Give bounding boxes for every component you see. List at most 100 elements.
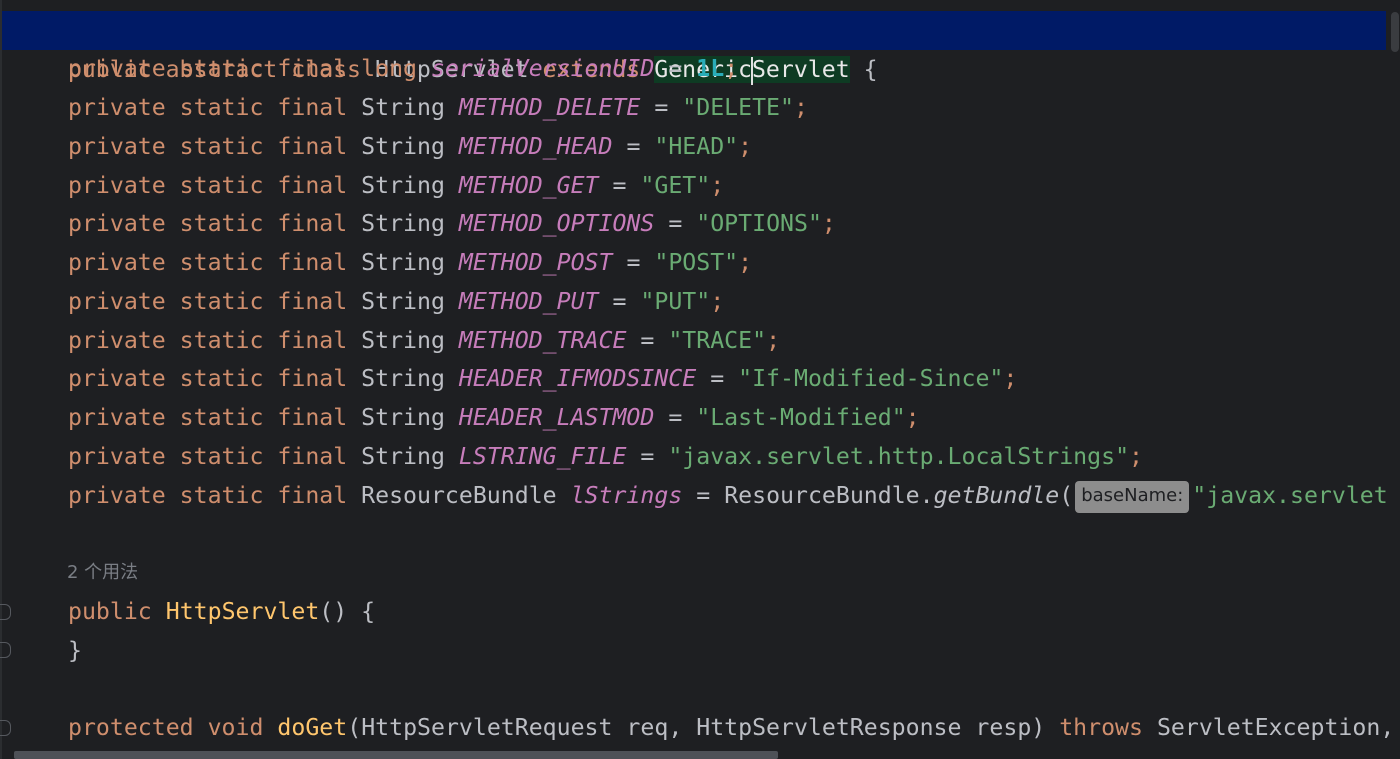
operator: = — [640, 327, 655, 354]
field-name: METHOD_PUT — [458, 288, 599, 315]
type: String — [361, 172, 445, 199]
code-line-class-declaration[interactable]: public abstract class HttpServlet extend… — [2, 11, 1386, 85]
string-literal: "PUT" — [640, 288, 711, 315]
type: String — [361, 249, 445, 276]
string-literal: "GET" — [640, 172, 711, 199]
operator: = — [612, 288, 627, 315]
semicolon: ; — [710, 172, 725, 199]
constructor-name: HttpServlet — [165, 598, 320, 625]
punctuation: () { — [319, 598, 376, 625]
type: String — [361, 133, 445, 160]
method-call: getBundle — [933, 482, 1060, 509]
code-line-field[interactable]: private static final String METHOD_HEAD … — [12, 127, 752, 166]
code-line-field[interactable]: private static final String LSTRING_FILE… — [12, 437, 1143, 476]
operator: = — [626, 133, 641, 160]
operator: = — [696, 482, 711, 509]
semicolon: ; — [1129, 443, 1143, 470]
identifier-part: Servlet — [751, 56, 850, 83]
code-line-field[interactable]: private static final String METHOD_OPTIO… — [12, 204, 836, 243]
code-line-closing-brace[interactable]: } — [12, 631, 82, 670]
type: String — [361, 94, 445, 121]
field-name: METHOD_HEAD — [458, 133, 613, 160]
vertical-scrollbar[interactable] — [1390, 0, 1400, 759]
code-line-field[interactable]: private static final long serialVersionU… — [12, 49, 738, 88]
string-literal: "Last-Modified" — [696, 404, 906, 431]
number-literal: 1L — [696, 55, 725, 82]
type: String — [361, 288, 445, 315]
string-literal: "TRACE" — [668, 327, 767, 354]
fold-marker-icon[interactable] — [0, 720, 11, 736]
parameter-hint-badge: baseName: — [1075, 480, 1190, 513]
keyword: throws — [1059, 714, 1143, 741]
operator: = — [612, 172, 627, 199]
type: String — [361, 404, 445, 431]
modifiers: private static final — [68, 249, 348, 276]
operator: = — [668, 55, 683, 82]
type: String — [361, 327, 445, 354]
semicolon: ; — [738, 133, 753, 160]
field-name: HEADER_LASTMOD — [458, 404, 655, 431]
class-reference: ResourceBundle. — [724, 482, 934, 509]
field-name: serialVersionUID — [430, 55, 655, 82]
code-line-field[interactable]: private static final ResourceBundle lStr… — [12, 476, 1388, 515]
keyword: protected void — [68, 714, 264, 741]
modifiers: private static final — [68, 365, 348, 392]
type: ResourceBundle — [361, 482, 557, 509]
operator: = — [654, 94, 669, 121]
exception-type: ServletException, — [1156, 714, 1395, 741]
string-literal: "DELETE" — [682, 94, 794, 121]
modifiers: private static final — [68, 133, 348, 160]
modifiers: private static final — [68, 327, 348, 354]
operator: = — [710, 365, 725, 392]
semicolon: ; — [766, 327, 781, 354]
semicolon: ; — [710, 288, 725, 315]
semicolon: ; — [905, 404, 920, 431]
field-name: METHOD_TRACE — [458, 327, 627, 354]
horizontal-scrollbar-thumb[interactable] — [14, 751, 778, 759]
modifiers: private static final — [68, 482, 348, 509]
operator: = — [626, 249, 641, 276]
code-line-field[interactable]: private static final String METHOD_PUT =… — [12, 282, 724, 321]
code-line-constructor[interactable]: public HttpServlet() { — [12, 592, 375, 631]
field-name: lStrings — [570, 482, 683, 509]
paren: ( — [1059, 482, 1074, 509]
brace: } — [68, 637, 82, 664]
string-literal: "POST" — [654, 249, 739, 276]
type: String — [361, 365, 445, 392]
code-line-field[interactable]: private static final String METHOD_GET =… — [12, 166, 724, 205]
string-literal: "OPTIONS" — [696, 210, 822, 237]
code-line-field[interactable]: private static final String METHOD_POST … — [12, 243, 752, 282]
field-name: METHOD_OPTIONS — [458, 210, 655, 237]
fold-marker-icon[interactable] — [0, 604, 11, 620]
semicolon: ; — [1003, 365, 1018, 392]
code-line-field[interactable]: private static final String METHOD_TRACE… — [12, 321, 780, 360]
modifiers: private static final — [68, 288, 348, 315]
semicolon: ; — [793, 94, 808, 121]
code-line-field[interactable]: private static final String HEADER_IFMOD… — [12, 359, 1017, 398]
string-literal: "If-Modified-Since" — [738, 365, 1004, 392]
code-line-field[interactable]: private static final String METHOD_DELET… — [12, 88, 808, 127]
modifiers: private static final — [68, 55, 348, 82]
semicolon: ; — [738, 249, 753, 276]
vertical-scrollbar-thumb[interactable] — [1391, 12, 1399, 52]
code-line-field[interactable]: private static final String HEADER_LASTM… — [12, 398, 920, 437]
field-name: HEADER_IFMODSINCE — [458, 365, 697, 392]
code-editor[interactable]: public abstract class HttpServlet extend… — [0, 0, 1400, 759]
usages-inlay-hint[interactable]: 2 个用法 — [67, 558, 138, 588]
keyword: public — [68, 598, 152, 625]
modifiers: private static final — [68, 443, 348, 470]
modifiers: private static final — [68, 172, 348, 199]
editor-top-strip — [0, 0, 1400, 10]
string-literal: "HEAD" — [654, 133, 739, 160]
operator: = — [640, 443, 655, 470]
field-name: METHOD_GET — [458, 172, 599, 199]
type: String — [361, 443, 445, 470]
method-name: doGet — [277, 714, 348, 741]
fold-marker-icon[interactable] — [0, 642, 11, 658]
parameters: (HttpServletRequest req, HttpServletResp… — [347, 714, 1046, 741]
field-name: LSTRING_FILE — [458, 443, 627, 470]
code-line-method[interactable]: protected void doGet(HttpServletRequest … — [12, 708, 1394, 747]
semicolon: ; — [724, 55, 739, 82]
operator: = — [668, 210, 683, 237]
brace: { — [863, 56, 878, 83]
